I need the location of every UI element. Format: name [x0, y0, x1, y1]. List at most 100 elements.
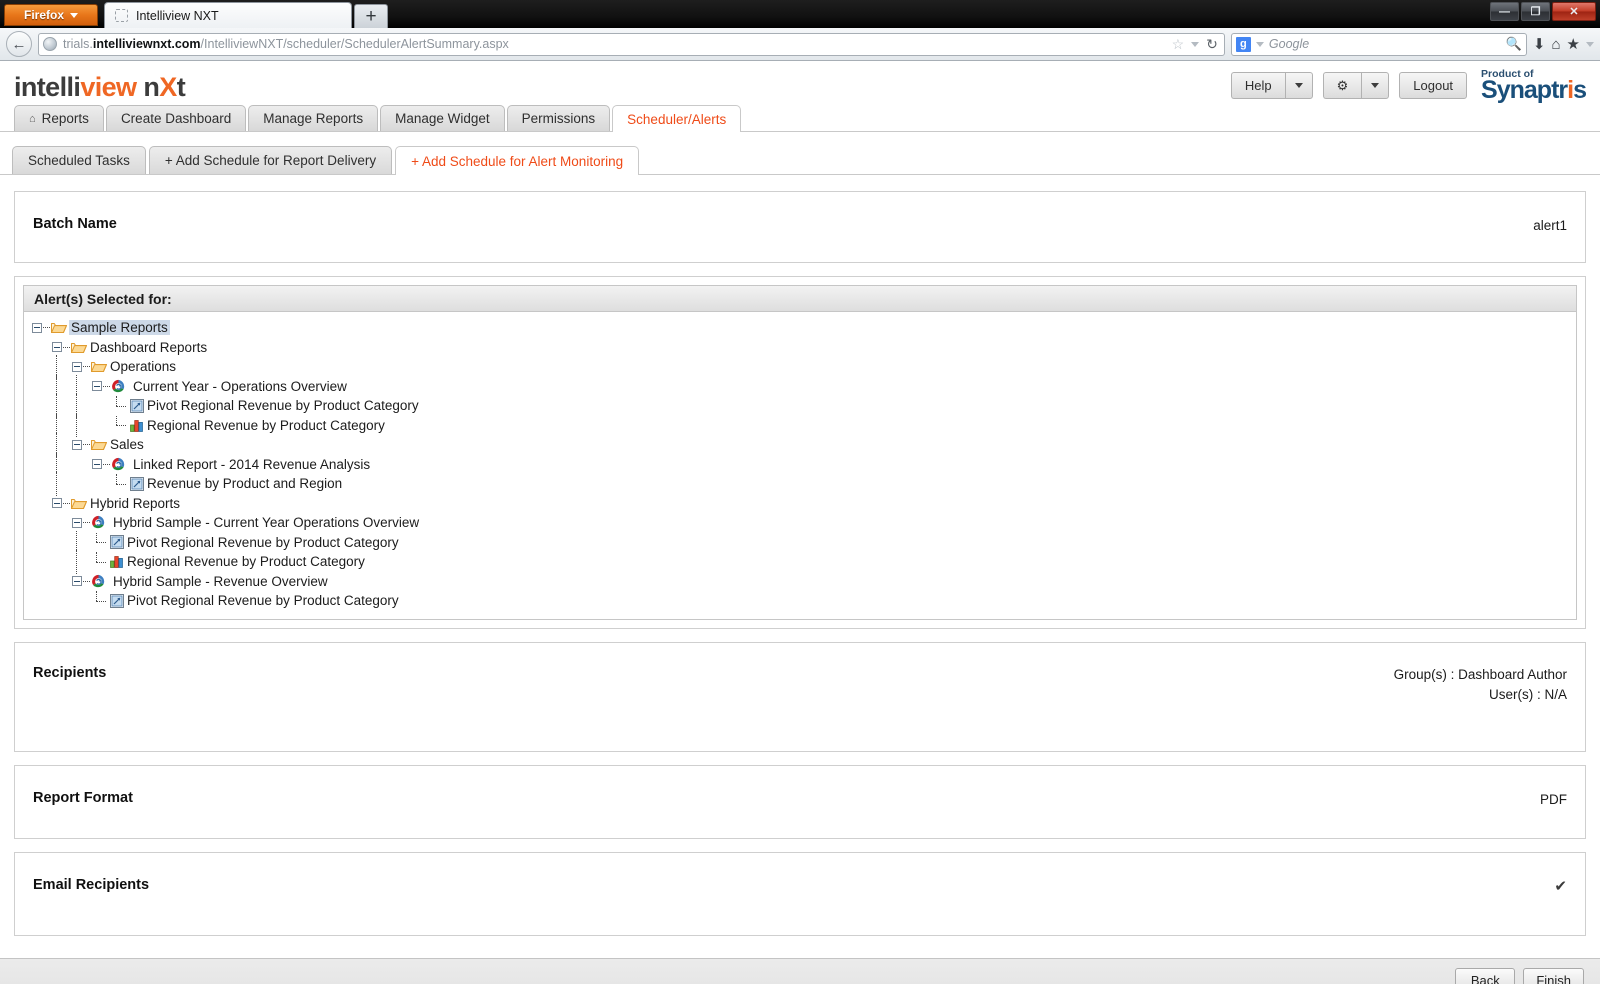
tree-indent — [32, 396, 52, 416]
tree-indent — [32, 533, 52, 553]
tree-indent — [24, 552, 32, 572]
tree-node-label: Pivot Regional Revenue by Product Catego… — [146, 398, 419, 413]
window-minimize-button[interactable]: — — [1490, 2, 1519, 21]
tree-node[interactable]: Hybrid Reports — [24, 494, 1576, 514]
tree-connector — [83, 366, 90, 367]
subtab-scheduled-tasks[interactable]: Scheduled Tasks — [12, 146, 146, 174]
subtab-add-schedule-for-alert-monitoring[interactable]: + Add Schedule for Alert Monitoring — [395, 146, 639, 175]
favicon-placeholder-icon — [115, 9, 128, 22]
chevron-down-icon[interactable] — [1256, 42, 1264, 47]
tree-node[interactable]: Regional Revenue by Product Category — [24, 552, 1576, 572]
downloads-icon[interactable]: ⬇ — [1533, 35, 1546, 53]
subtab-label: + Add Schedule for Report Delivery — [165, 153, 376, 168]
tree-node[interactable]: Current Year - Operations Overview — [24, 377, 1576, 397]
tree-collapse-toggle[interactable] — [72, 440, 82, 450]
tab-manage-reports[interactable]: Manage Reports — [248, 105, 378, 131]
firefox-menu-button[interactable]: Firefox — [4, 4, 98, 26]
tree-node-label: Pivot Regional Revenue by Product Catego… — [126, 535, 399, 550]
tree-indent — [52, 591, 72, 611]
pivot-grid-icon — [130, 399, 144, 413]
tab-manage-widget[interactable]: Manage Widget — [380, 105, 505, 131]
tree-node[interactable]: Revenue by Product and Region — [24, 474, 1576, 494]
tab-permissions[interactable]: Permissions — [507, 105, 611, 131]
finish-button[interactable]: Finish — [1523, 968, 1584, 984]
tree-collapse-toggle[interactable] — [72, 518, 82, 528]
search-bar[interactable]: g Google 🔍 — [1231, 33, 1527, 56]
tree-indent — [24, 533, 32, 553]
tree-connector — [83, 522, 90, 523]
tree-node[interactable]: Sample Reports — [24, 318, 1576, 338]
tree-indent — [32, 552, 52, 572]
tree-node-label: Revenue by Product and Region — [146, 476, 342, 491]
tree-collapse-toggle[interactable] — [72, 576, 82, 586]
tree-indent — [24, 474, 32, 494]
tree-connector — [112, 396, 130, 416]
tree-node[interactable]: Hybrid Sample - Current Year Operations … — [24, 513, 1576, 533]
window-controls: — ❐ ✕ — [1490, 2, 1596, 21]
tree-collapse-toggle[interactable] — [92, 381, 102, 391]
tree-collapse-toggle[interactable] — [72, 362, 82, 372]
chevron-down-icon — [1295, 83, 1303, 88]
tree-node[interactable]: Regional Revenue by Product Category — [24, 416, 1576, 436]
page-content: Batch Name alert1 Alert(s) Selected for:… — [0, 175, 1600, 936]
tree-collapse-toggle[interactable] — [32, 323, 42, 333]
tree-indent — [72, 455, 92, 475]
tab-label: Reports — [42, 111, 89, 126]
tree-node[interactable]: Operations — [24, 357, 1576, 377]
tree-node[interactable]: Linked Report - 2014 Revenue Analysis — [24, 455, 1576, 475]
back-button[interactable]: Back — [1455, 968, 1515, 984]
tree-node[interactable]: Hybrid Sample - Revenue Overview — [24, 572, 1576, 592]
tree-indent — [32, 338, 52, 358]
tree-indent — [92, 474, 112, 494]
batch-name-panel: Batch Name alert1 — [14, 191, 1586, 263]
tree-collapse-toggle[interactable] — [52, 498, 62, 508]
browser-back-button[interactable]: ← — [6, 31, 32, 57]
help-dropdown-button[interactable] — [1285, 72, 1313, 99]
main-tab-bar: ⌂ReportsCreate DashboardManage ReportsMa… — [0, 105, 1600, 132]
tab-create-dashboard[interactable]: Create Dashboard — [106, 105, 246, 131]
tree-node[interactable]: Pivot Regional Revenue by Product Catego… — [24, 396, 1576, 416]
intelliview-nxt-logo: intelliview nXt — [14, 72, 185, 103]
synaptris-brand: Synaptris — [1481, 76, 1586, 104]
recipients-groups-line: Group(s) : Dashboard Author — [1394, 665, 1567, 685]
tree-indent — [24, 338, 32, 358]
tab-scheduler-alerts[interactable]: Scheduler/Alerts — [612, 105, 741, 132]
firefox-menu-label: Firefox — [24, 8, 64, 22]
chevron-down-icon — [70, 13, 78, 18]
logout-button[interactable]: Logout — [1399, 72, 1467, 99]
chevron-down-icon[interactable] — [1586, 42, 1594, 47]
tab-reports[interactable]: ⌂Reports — [14, 105, 104, 131]
tree-indent — [92, 396, 112, 416]
chevron-down-icon[interactable] — [1191, 42, 1199, 47]
subtab-add-schedule-for-report-delivery[interactable]: + Add Schedule for Report Delivery — [149, 146, 392, 174]
logo-part-t: t — [177, 72, 185, 102]
url-bar[interactable]: trials.intelliviewnxt.com/IntelliviewNXT… — [38, 33, 1225, 56]
tree-indent — [24, 494, 32, 514]
reload-icon[interactable]: ↻ — [1206, 36, 1218, 53]
new-tab-button[interactable]: + — [354, 4, 388, 28]
tree-node[interactable]: Pivot Regional Revenue by Product Catego… — [24, 533, 1576, 553]
window-maximize-button[interactable]: ❐ — [1521, 2, 1550, 21]
search-input[interactable]: Google — [1269, 37, 1501, 51]
subtab-label: Scheduled Tasks — [28, 153, 130, 168]
subtab-label: + Add Schedule for Alert Monitoring — [411, 154, 623, 169]
tree-node[interactable]: Dashboard Reports — [24, 338, 1576, 358]
tree-node[interactable]: Sales — [24, 435, 1576, 455]
bookmarks-icon[interactable]: ★ — [1567, 35, 1580, 53]
tree-node[interactable]: Pivot Regional Revenue by Product Catego… — [24, 591, 1576, 611]
tree-collapse-toggle[interactable] — [92, 459, 102, 469]
folder-icon — [91, 360, 107, 373]
browser-tab[interactable]: Intelliview NXT — [104, 2, 352, 28]
bookmark-star-icon[interactable]: ☆ — [1172, 36, 1185, 53]
tree-node-label: Hybrid Sample - Current Year Operations … — [108, 515, 419, 530]
tree-node-label: Regional Revenue by Product Category — [126, 554, 365, 569]
dashboard-icon — [111, 379, 126, 394]
search-icon[interactable]: 🔍 — [1506, 36, 1522, 52]
settings-dropdown-button[interactable] — [1361, 72, 1389, 99]
window-close-button[interactable]: ✕ — [1552, 2, 1596, 21]
tree-collapse-toggle[interactable] — [52, 342, 62, 352]
email-recipients-checkmark-icon: ✔ — [1554, 877, 1567, 897]
settings-button[interactable]: ⚙ — [1323, 72, 1362, 99]
help-button[interactable]: Help — [1231, 72, 1285, 99]
home-icon[interactable]: ⌂ — [1551, 36, 1560, 53]
